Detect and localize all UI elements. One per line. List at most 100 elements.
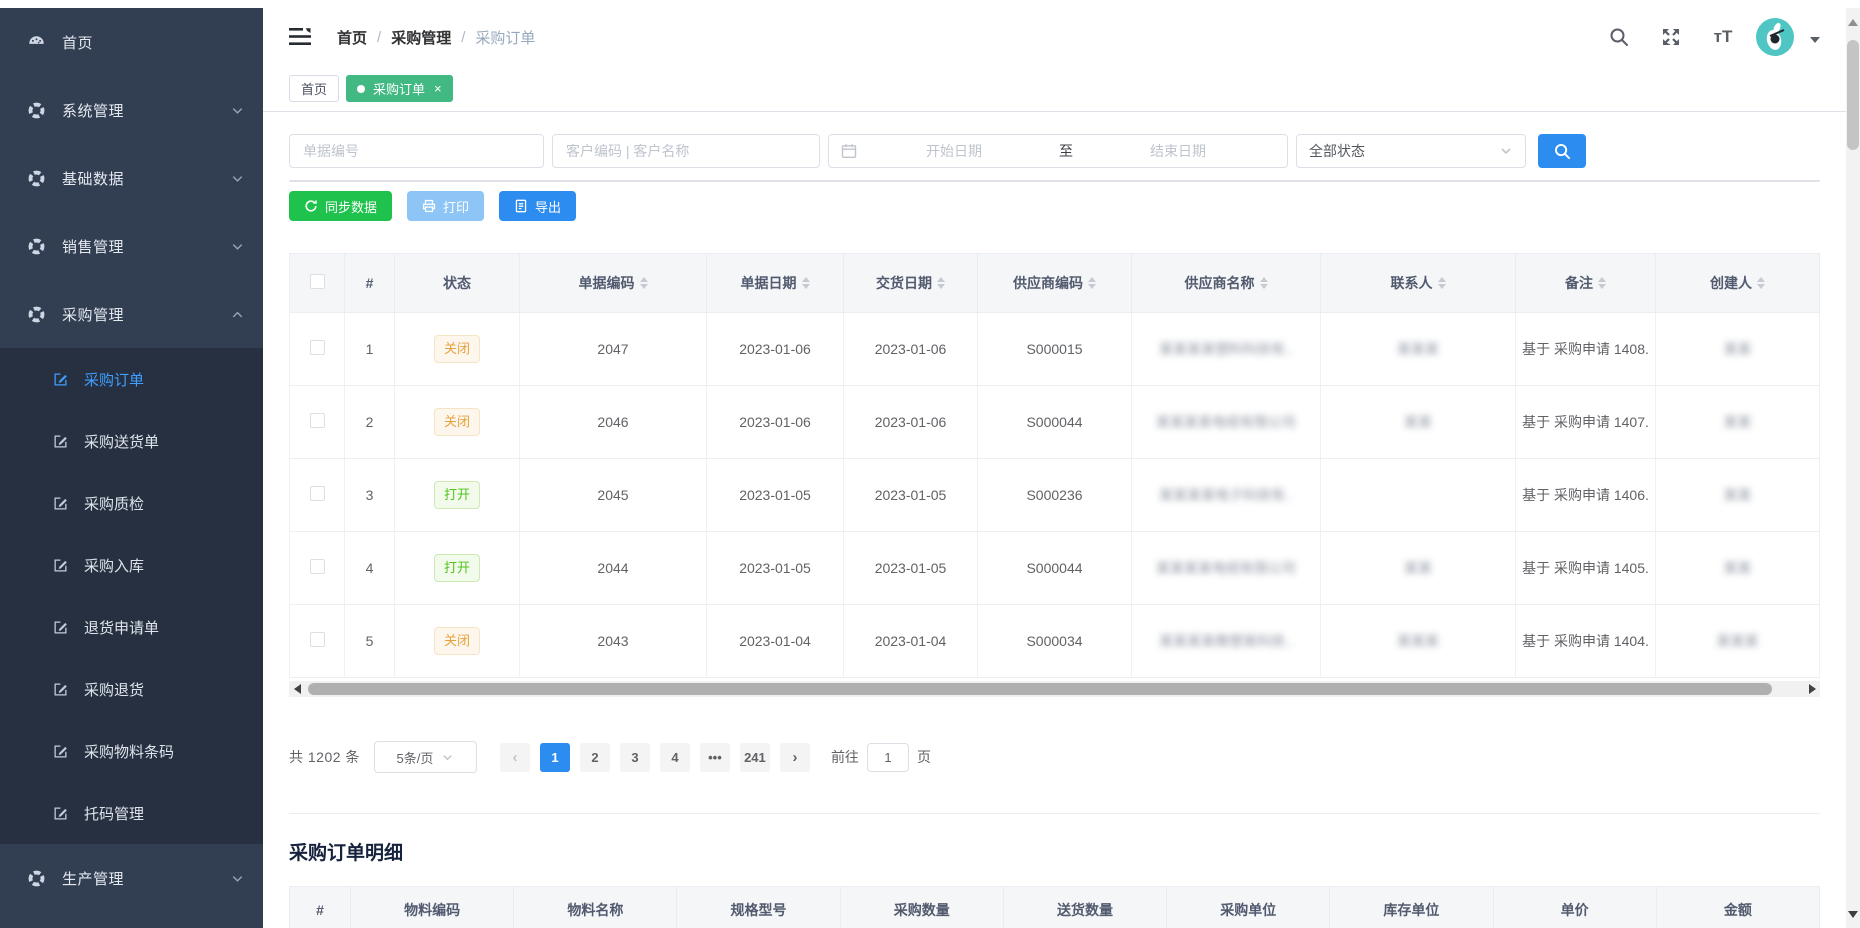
date-end-placeholder[interactable]: 结束日期 bbox=[1081, 141, 1275, 161]
page-buttons: 1234 ••• 241 bbox=[535, 743, 775, 772]
column-header-inner: 供应商编码 bbox=[1013, 273, 1096, 293]
vertical-scrollbar-thumb[interactable] bbox=[1847, 40, 1859, 150]
sort-icon[interactable] bbox=[1598, 277, 1606, 289]
cell-supplier-name: 某某某某电缆有限公司 bbox=[1132, 532, 1321, 605]
column-header-remark[interactable]: 备注 bbox=[1516, 253, 1656, 313]
date-range-picker[interactable]: 开始日期 至 结束日期 bbox=[828, 134, 1288, 168]
sidebar-collapse-icon[interactable] bbox=[289, 28, 311, 46]
page-button-1[interactable]: 1 bbox=[540, 743, 570, 772]
module-icon bbox=[26, 236, 46, 256]
horizontal-scrollbar-thumb[interactable] bbox=[308, 683, 1772, 695]
main-content: 开始日期 至 结束日期 全部状态 bbox=[263, 112, 1846, 928]
row-checkbox[interactable] bbox=[310, 632, 325, 647]
scroll-right-arrow-icon[interactable] bbox=[1804, 681, 1820, 697]
sort-icon[interactable] bbox=[1260, 277, 1268, 289]
prev-page-button[interactable]: ‹ bbox=[500, 743, 530, 772]
row-checkbox[interactable] bbox=[310, 340, 325, 355]
select-all-checkbox[interactable] bbox=[310, 274, 325, 289]
sort-icon[interactable] bbox=[1438, 277, 1446, 289]
scroll-left-arrow-icon[interactable] bbox=[289, 681, 305, 697]
user-menu-caret-icon[interactable] bbox=[1810, 37, 1820, 48]
sort-icon[interactable] bbox=[640, 277, 648, 289]
module-icon bbox=[26, 868, 46, 888]
sort-icon[interactable] bbox=[937, 277, 945, 289]
export-button[interactable]: 导出 bbox=[499, 191, 576, 221]
page-button-2[interactable]: 2 bbox=[580, 743, 610, 772]
cell-supplier-code-value: S000015 bbox=[1026, 341, 1082, 357]
sidebar-item-pallet-code[interactable]: 托码管理 bbox=[0, 782, 263, 844]
page-button-3[interactable]: 3 bbox=[620, 743, 650, 772]
column-header-delivery[interactable]: 交货日期 bbox=[844, 253, 978, 313]
detail-column-header-2: 物料名称 bbox=[514, 887, 677, 928]
page-button-241[interactable]: 241 bbox=[740, 743, 770, 772]
customer-input[interactable] bbox=[552, 134, 820, 168]
sidebar-item-purchase-qc[interactable]: 采购质检 bbox=[0, 472, 263, 534]
sidebar-item-purchase[interactable]: 采购管理 bbox=[0, 280, 263, 348]
page-size-select[interactable]: 5条/页 bbox=[374, 741, 477, 773]
cell-creator: 某某某 bbox=[1656, 605, 1820, 678]
column-header-label: 单据编码 bbox=[579, 273, 635, 293]
cell-delivery-date: 2023-01-04 bbox=[844, 605, 978, 678]
cell-order-code-value: 2046 bbox=[597, 414, 628, 430]
sidebar-item-return-request[interactable]: 退货申请单 bbox=[0, 596, 263, 658]
module-icon bbox=[26, 304, 46, 324]
table-row: 1关闭20472023-01-062023-01-06S000015某某某某塑料… bbox=[289, 313, 1820, 386]
chevron-down-icon bbox=[230, 103, 245, 118]
column-header-creator[interactable]: 创建人 bbox=[1656, 253, 1820, 313]
status-badge: 关闭 bbox=[434, 627, 480, 655]
scroll-down-arrow-icon[interactable] bbox=[1848, 911, 1858, 923]
horizontal-scrollbar[interactable] bbox=[289, 681, 1820, 697]
row-checkbox[interactable] bbox=[310, 486, 325, 501]
vertical-scrollbar[interactable] bbox=[1846, 8, 1860, 928]
breadcrumb-purchase[interactable]: 采购管理 bbox=[391, 27, 451, 48]
scroll-up-arrow-icon[interactable] bbox=[1848, 14, 1858, 26]
breadcrumb-home[interactable]: 首页 bbox=[337, 27, 367, 48]
print-button[interactable]: 打印 bbox=[407, 191, 484, 221]
cell-remark: 基于 采购申请 1407. bbox=[1516, 386, 1656, 459]
date-start-placeholder[interactable]: 开始日期 bbox=[857, 141, 1051, 161]
sidebar-item-sales[interactable]: 销售管理 bbox=[0, 212, 263, 280]
column-header-supplier_name[interactable]: 供应商名称 bbox=[1132, 253, 1321, 313]
page-button-4[interactable]: 4 bbox=[660, 743, 690, 772]
detail-column-header-0: # bbox=[289, 887, 351, 928]
cell-remark: 基于 采购申请 1406. bbox=[1516, 459, 1656, 532]
tab-close-icon[interactable]: × bbox=[434, 82, 442, 95]
sidebar-item-purchase-return[interactable]: 采购退货 bbox=[0, 658, 263, 720]
column-header-code[interactable]: 单据编码 bbox=[520, 253, 707, 313]
row-checkbox[interactable] bbox=[310, 559, 325, 574]
font-size-icon[interactable]: тT bbox=[1712, 26, 1734, 48]
goto-page-input[interactable] bbox=[867, 743, 909, 772]
sidebar-item-system[interactable]: 系统管理 bbox=[0, 76, 263, 144]
status-select[interactable]: 全部状态 bbox=[1296, 134, 1526, 168]
cell-contact-value: 某某某 bbox=[1397, 633, 1439, 649]
sort-icon[interactable] bbox=[802, 277, 810, 289]
search-button[interactable] bbox=[1538, 134, 1586, 168]
topbar: 首页 / 采购管理 / 采购订单 тT bbox=[263, 8, 1846, 66]
sidebar-item-purchase-order[interactable]: 采购订单 bbox=[0, 348, 263, 410]
column-header-supplier_code[interactable]: 供应商编码 bbox=[978, 253, 1132, 313]
order-no-input[interactable] bbox=[289, 134, 544, 168]
sort-icon[interactable] bbox=[1088, 277, 1096, 289]
sidebar-item-purchase-material-barcode[interactable]: 采购物料条码 bbox=[0, 720, 263, 782]
row-checkbox[interactable] bbox=[310, 413, 325, 428]
sidebar-item-purchase-inbound[interactable]: 采购入库 bbox=[0, 534, 263, 596]
tab-home[interactable]: 首页 bbox=[289, 75, 339, 102]
page-ellipsis[interactable]: ••• bbox=[700, 743, 730, 772]
column-header-date[interactable]: 单据日期 bbox=[707, 253, 844, 313]
cell-order-date-value: 2023-01-06 bbox=[739, 341, 811, 357]
next-page-button[interactable]: › bbox=[780, 743, 810, 772]
sidebar-item-base-data[interactable]: 基础数据 bbox=[0, 144, 263, 212]
fullscreen-icon[interactable] bbox=[1660, 26, 1682, 48]
sidebar-item-production[interactable]: 生产管理 bbox=[0, 844, 263, 912]
export-label: 导出 bbox=[535, 197, 561, 216]
sidebar-item-home[interactable]: 首页 bbox=[0, 8, 263, 76]
sidebar-item-purchase-delivery[interactable]: 采购送货单 bbox=[0, 410, 263, 472]
cell-delivery-date-value: 2023-01-04 bbox=[875, 633, 947, 649]
tab-purchase-order[interactable]: 采购订单 × bbox=[346, 75, 453, 102]
sync-data-button[interactable]: 同步数据 bbox=[289, 191, 392, 221]
search-icon[interactable] bbox=[1608, 26, 1630, 48]
column-header-contact[interactable]: 联系人 bbox=[1321, 253, 1516, 313]
table-row: 2关闭20462023-01-062023-01-06S000044某某某某电缆… bbox=[289, 386, 1820, 459]
avatar[interactable] bbox=[1756, 18, 1794, 56]
sort-icon[interactable] bbox=[1757, 277, 1765, 289]
